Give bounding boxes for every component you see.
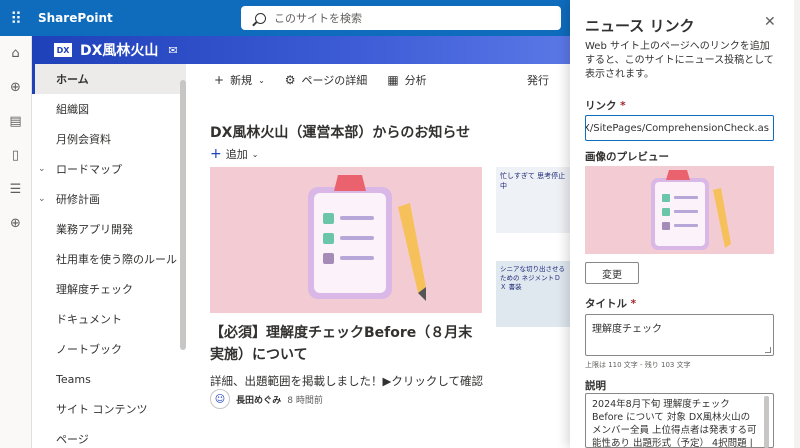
link-label: リンク * xyxy=(585,98,626,113)
nav-item-label: ロードマップ xyxy=(56,163,122,176)
new-label: 新規 xyxy=(230,74,253,87)
nav-item-label: Teams xyxy=(56,372,91,386)
description-input[interactable]: 2024年8月下旬 理解度チェックBefore について 対象 DX風林火山のメ… xyxy=(585,393,774,448)
panel-description: Web サイト上のページへのリンクを追加すると、このサイトにニュース投稿として表… xyxy=(585,41,774,80)
post-time: 8 時間前 xyxy=(287,395,323,406)
panel-title: ニュース リンク xyxy=(585,17,695,35)
resize-handle[interactable] xyxy=(765,347,771,353)
clipboard-illustration xyxy=(651,170,731,250)
news-thumbnail-2[interactable]: シニアな切り出させるための ネジメントＤＸ 書装 xyxy=(496,261,570,327)
nav-item[interactable]: 社用車を使う際のルール xyxy=(32,244,186,274)
document-icon[interactable]: ▯ xyxy=(0,138,31,172)
title-value: 理解度チェック xyxy=(592,324,662,335)
preview-label: 画像のプレビュー xyxy=(585,151,669,163)
change-image-button[interactable]: 変更 xyxy=(585,262,639,284)
hero-image[interactable] xyxy=(210,167,482,313)
nav-item-label: 理解度チェック xyxy=(56,283,133,296)
link-label-text: リンク xyxy=(585,100,617,112)
news-section-title: DX風林火山（運営本部）からのお知らせ xyxy=(210,125,471,141)
create-icon[interactable]: ⊕ xyxy=(0,206,31,240)
search-placeholder: このサイトを検索 xyxy=(274,12,362,25)
app-launcher-icon[interactable]: ⠿ xyxy=(0,0,32,36)
nav-item[interactable]: ⌄ ロードマップ xyxy=(32,154,186,184)
plus-icon: + xyxy=(214,73,225,87)
nav-item[interactable]: ページ xyxy=(32,424,186,448)
nav-item[interactable]: 理解度チェック xyxy=(32,274,186,304)
nav-item-label: ページ xyxy=(56,433,89,446)
command-bar: + 新規 ⌄ ⚙ ページの詳細 ▦ 分析 発行 xyxy=(186,64,570,96)
plus-icon: + xyxy=(210,146,222,162)
avatar[interactable]: ☺ xyxy=(210,389,230,409)
site-header: DX DX風林火山 ✉ xyxy=(32,36,570,64)
nav-item[interactable]: ホーム xyxy=(32,64,186,94)
left-navigation: ホーム組織図月例会資料 ⌄ ロードマップ ⌄ 研修計画業務アプリ開発社用車を使う際のルー… xyxy=(32,64,186,448)
news-thumbnail-1[interactable]: 忙しすぎて 思考停止中 xyxy=(496,167,570,233)
publish-button[interactable]: 発行 xyxy=(527,72,549,88)
news-link-panel: ニュース リンク ✕ Web サイト上のページへのリンクを追加すると、このサイト… xyxy=(570,0,800,448)
chevron-down-icon[interactable]: ⌄ xyxy=(38,164,46,174)
title-label: タイトル * xyxy=(585,296,636,311)
description-scrollbar[interactable] xyxy=(764,396,769,448)
nav-item[interactable]: 月例会資料 xyxy=(32,124,186,154)
image-preview xyxy=(585,166,774,254)
globe-icon[interactable]: ⊕ xyxy=(0,70,31,104)
chevron-down-icon: ⌄ xyxy=(251,149,259,159)
home-icon[interactable]: ⌂ xyxy=(0,36,31,70)
nav-item[interactable]: 業務アプリ開発 xyxy=(32,214,186,244)
add-label: 追加 xyxy=(225,148,248,161)
panel-scrollbar[interactable] xyxy=(794,0,800,448)
hero-headline[interactable]: 【必須】理解度チェックBefore（８月末実施）について xyxy=(210,322,482,366)
link-input[interactable]: tGrDX/SitePages/ComprehensionCheck.as xyxy=(585,115,774,141)
app-name[interactable]: SharePoint xyxy=(38,11,113,25)
nav-item-label: 研修計画 xyxy=(56,193,100,206)
nav-item-label: 組織図 xyxy=(56,103,89,116)
nav-item[interactable]: サイト コンテンツ xyxy=(32,394,186,424)
gear-icon: ⚙ xyxy=(284,73,296,87)
nav-item[interactable]: ドキュメント xyxy=(32,304,186,334)
required-marker: * xyxy=(620,100,626,112)
page-details-label: ページの詳細 xyxy=(301,74,368,87)
app-rail: ⌂ ⊕ ▤ ▯ ☰ ⊕ xyxy=(0,36,32,448)
hero-description: 詳細、出題範囲を掲載しました！▶クリックして確認 xyxy=(210,374,483,388)
character-counter: 上限は 110 文字 - 残り 103 文字 xyxy=(585,361,691,369)
close-icon[interactable]: ✕ xyxy=(764,14,776,30)
analytics-button[interactable]: ▦ 分析 xyxy=(387,72,426,88)
list-icon[interactable]: ☰ xyxy=(0,172,31,206)
chevron-down-icon: ⌄ xyxy=(258,75,265,85)
clipboard-illustration xyxy=(308,175,426,301)
page-details-button[interactable]: ⚙ ページの詳細 xyxy=(285,72,368,88)
new-button[interactable]: + 新規 ⌄ xyxy=(214,72,265,88)
nav-item-label: 社用車を使う際のルール xyxy=(56,253,177,266)
nav-item[interactable]: ⌄ 研修計画 xyxy=(32,184,186,214)
nav-item-label: ノートブック xyxy=(56,343,122,356)
teams-icon: ✉ xyxy=(168,43,178,57)
publish-label: 発行 xyxy=(527,74,549,87)
description-label: 説明 xyxy=(585,380,606,392)
news-icon[interactable]: ▤ xyxy=(0,104,31,138)
nav-item-label: 月例会資料 xyxy=(56,133,111,146)
chevron-down-icon[interactable]: ⌄ xyxy=(38,194,46,204)
nav-item-label: 業務アプリ開発 xyxy=(56,223,133,236)
author-name[interactable]: 長田めぐみ xyxy=(236,393,281,406)
nav-item[interactable]: 組織図 xyxy=(32,94,186,124)
add-news-button[interactable]: + 追加 ⌄ xyxy=(210,146,258,162)
analytics-icon: ▦ xyxy=(387,73,399,87)
nav-item-label: ホーム xyxy=(56,73,89,86)
nav-item-label: サイト コンテンツ xyxy=(56,403,148,416)
title-label-text: タイトル xyxy=(585,298,627,310)
search-box[interactable]: このサイトを検索 xyxy=(241,6,561,30)
analytics-label: 分析 xyxy=(404,74,427,87)
main-content: DX風林火山（運営本部）からのお知らせ + 追加 ⌄ 【必須】理解度チェックBe… xyxy=(186,96,570,448)
nav-item-label: ドキュメント xyxy=(56,313,122,326)
title-input[interactable]: 理解度チェック xyxy=(585,314,774,356)
nav-item[interactable]: Teams xyxy=(32,364,186,394)
required-marker: * xyxy=(630,298,637,310)
site-title[interactable]: DX風林火山 xyxy=(80,40,158,60)
site-logo[interactable]: DX xyxy=(54,43,72,57)
nav-item[interactable]: ノートブック xyxy=(32,334,186,364)
search-icon xyxy=(255,12,266,24)
hero-author: ☺ 長田めぐみ 8 時間前 xyxy=(210,389,323,409)
